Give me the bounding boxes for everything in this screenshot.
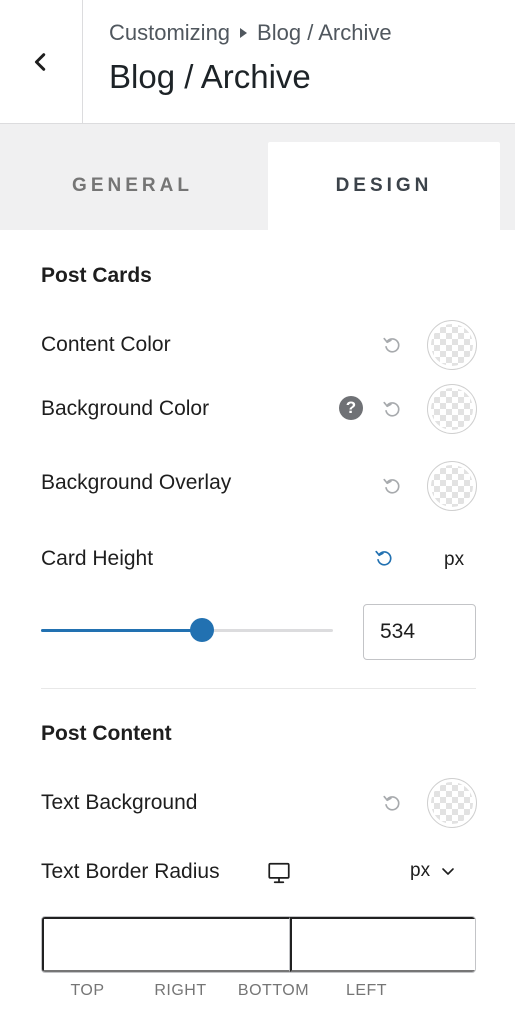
text-border-radius-label: Text Border Radius [41,860,220,883]
page-title: Blog / Archive [109,58,311,95]
slider-thumb[interactable] [189,618,214,642]
breadcrumb-root: Customizing [109,20,231,45]
card-height-input[interactable] [363,604,476,660]
content-color-label: Content Color [41,333,171,356]
help-icon[interactable]: ? [339,396,363,420]
section-divider [41,688,476,689]
background-color-swatch[interactable] [427,384,477,434]
tab-general[interactable]: GENERAL [0,142,265,230]
breadcrumb-current: Blog / Archive [257,20,392,45]
background-overlay-reset-icon[interactable] [381,475,403,497]
text-background-label: Text Background [41,791,198,814]
chevron-left-icon [34,52,46,71]
content-color-swatch[interactable] [427,320,477,370]
breadcrumb-separator-icon [240,28,248,38]
text-background-swatch[interactable] [427,778,477,828]
radius-label-bottom: BOTTOM [237,982,310,999]
content-color-reset-icon[interactable] [381,334,403,356]
radius-unit-value: px [410,860,431,881]
slider-fill [41,629,202,632]
border-radius-inputs [41,916,476,973]
background-overlay-swatch[interactable] [427,461,477,511]
radius-side-labels: TOP RIGHT BOTTOM LEFT [41,982,413,1000]
card-height-slider[interactable] [41,618,333,642]
post-content-title: Post Content [41,722,172,745]
radius-label-right: RIGHT [154,982,207,999]
radius-top-input[interactable] [42,917,290,972]
customizer-header: Customizing Blog / Archive Blog / Archiv… [0,0,515,124]
desktop-icon[interactable] [266,860,292,886]
text-background-reset-icon[interactable] [381,792,403,814]
design-panel: Post Cards Content Color Background Colo… [0,230,515,1024]
card-height-unit: px [444,549,465,570]
radius-label-top: TOP [70,982,105,999]
radius-unit-select[interactable]: px [410,860,456,882]
tab-bar: GENERAL DESIGN [0,124,515,230]
tab-design[interactable]: DESIGN [268,142,500,230]
background-overlay-label: Background Overlay [41,471,232,494]
card-height-reset-icon[interactable] [373,547,395,569]
card-height-label: Card Height [41,547,154,570]
background-color-label: Background Color [41,397,210,420]
back-button[interactable] [0,0,83,123]
radius-right-input[interactable] [290,917,475,972]
chevron-down-icon [442,868,454,875]
post-cards-title: Post Cards [41,264,152,287]
radius-label-left: LEFT [345,982,388,999]
background-color-reset-icon[interactable] [381,398,403,420]
breadcrumb: Customizing Blog / Archive [109,20,392,46]
